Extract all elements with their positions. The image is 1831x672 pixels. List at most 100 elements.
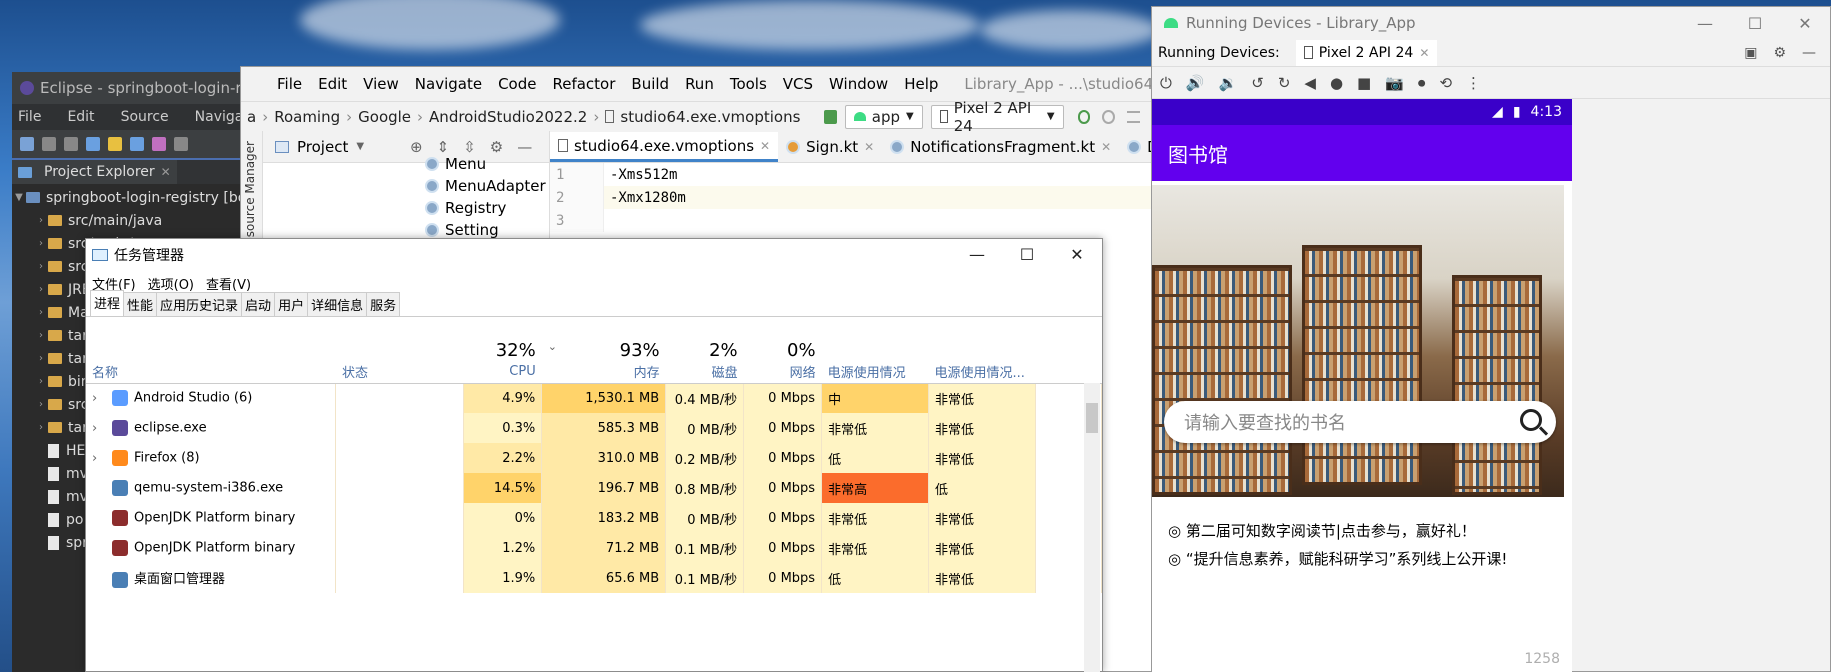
list-icon[interactable] (1127, 110, 1140, 123)
restart-icon[interactable] (1102, 109, 1116, 124)
process-name-cell[interactable]: qemu-system-i386.exe (86, 473, 337, 503)
breadcrumb-google[interactable]: Google (352, 108, 417, 126)
breadcrumb-a[interactable]: a (241, 108, 262, 126)
close-icon[interactable]: ✕ (161, 165, 171, 179)
menu-code[interactable]: Code (490, 75, 544, 93)
chevron-right-icon[interactable]: › (34, 307, 48, 318)
close-icon[interactable]: ✕ (1780, 7, 1830, 39)
chevron-right-icon[interactable]: › (34, 238, 48, 249)
home-icon[interactable]: ● (1330, 74, 1343, 92)
menu-vcs[interactable]: VCS (775, 75, 821, 93)
apply-changes-icon[interactable] (1077, 109, 1091, 124)
chevron-down-icon[interactable]: ▼ (356, 141, 364, 152)
menu-window[interactable]: Window (821, 75, 896, 93)
chevron-right-icon[interactable]: › (34, 215, 48, 226)
menu-refactor[interactable]: Refactor (544, 75, 623, 93)
book-search-input[interactable]: 请输入要查找的书名 (1164, 401, 1556, 443)
tab-vmoptions[interactable]: studio64.exe.vmoptions ✕ (550, 132, 779, 162)
expand-all-icon[interactable]: ⇕ (437, 138, 450, 156)
record-icon[interactable]: ⏺ (1418, 74, 1426, 92)
close-icon[interactable]: ✕ (1101, 140, 1111, 154)
tab-sign-kt[interactable]: Sign.kt ✕ (778, 132, 882, 162)
project-item[interactable]: Registry (263, 197, 549, 219)
col-network[interactable]: 网络 (743, 361, 822, 384)
minimize-icon[interactable]: — (1802, 45, 1816, 61)
minimize-icon[interactable]: — (517, 138, 532, 156)
menu-edit[interactable]: Edit (310, 75, 355, 93)
project-item[interactable]: Menu (263, 153, 549, 175)
format-icon[interactable] (86, 137, 100, 151)
project-view-select[interactable]: Project (297, 138, 348, 156)
col-memory[interactable]: 内存 (541, 361, 666, 384)
gear-icon[interactable]: ⚙ (1773, 45, 1786, 61)
process-name-cell[interactable]: › Android Studio (6) (86, 383, 337, 413)
minimize-icon[interactable]: — (1680, 7, 1730, 39)
process-row[interactable]: OpenJDK Platform binary 0% 183.2 MB 0 MB/秒 0… (86, 503, 1102, 533)
rotate-right-icon[interactable]: ↻ (1278, 74, 1291, 92)
tab-details[interactable]: 详细信息 (307, 292, 368, 316)
snapshot-icon[interactable]: ⟲ (1439, 74, 1452, 92)
phone-screen[interactable]: ◢ ▮ 4:13 图书馆 请输入要查找的书名 ◎ 第二届可知数字阅读节|点击参与… (1152, 99, 1572, 672)
overview-icon[interactable]: ■ (1357, 74, 1371, 92)
project-item[interactable]: MenuAdapter (263, 175, 549, 197)
code-text[interactable]: -Xms512m (604, 163, 1166, 186)
chevron-down-icon[interactable]: ▼ (12, 192, 26, 203)
back-icon[interactable]: ◀ (1304, 74, 1316, 92)
terminal-icon[interactable] (130, 137, 144, 151)
process-name-cell[interactable]: › eclipse.exe (86, 413, 337, 443)
col-power[interactable]: 电源使用情况 (821, 361, 929, 384)
col-disk[interactable]: 磁盘 (665, 361, 744, 384)
tab-project-explorer[interactable]: Project Explorer ✕ (12, 160, 177, 184)
hammer-icon[interactable] (824, 109, 837, 124)
tab-processes[interactable]: 进程 (90, 290, 125, 316)
process-row[interactable]: › Firefox (8) 2.2% 310.0 MB 0.2 MB/秒 0 Mbps 低非… (86, 443, 1102, 473)
code-line[interactable]: 3 (550, 209, 1166, 232)
chevron-right-icon[interactable]: › (34, 284, 48, 295)
new-icon[interactable] (20, 137, 34, 151)
menu-build[interactable]: Build (623, 75, 677, 93)
tab-services[interactable]: 服务 (366, 292, 401, 316)
notice-item[interactable]: ◎ 第二届可知数字阅读节|点击参与，赢好礼！ (1168, 517, 1507, 545)
tool-icon[interactable] (152, 137, 166, 151)
close-icon[interactable]: ✕ (1419, 46, 1429, 60)
device-select[interactable]: Pixel 2 API 24 ▼ (930, 99, 1064, 135)
menu-file[interactable]: File (18, 109, 41, 125)
close-icon[interactable]: ✕ (1052, 239, 1102, 269)
process-name-cell[interactable]: OpenJDK Platform binary (86, 503, 337, 533)
layout-icon[interactable]: ▣ (1744, 45, 1757, 61)
resource-manager-tab[interactable]: Resource Manager (243, 141, 257, 252)
chevron-right-icon[interactable]: › (34, 261, 48, 272)
menu-source[interactable]: Source (121, 109, 169, 125)
process-name-cell[interactable]: OpenJDK Platform binary (86, 533, 337, 563)
process-row[interactable]: 桌面窗口管理器 1.9% 65.6 MB 0.1 MB/秒 0 Mbps 低非常低 (86, 563, 1102, 593)
process-row[interactable]: OpenJDK Platform binary 1.2% 71.2 MB 0.1 MB… (86, 533, 1102, 563)
save-all-icon[interactable] (64, 137, 78, 151)
menu-run[interactable]: Run (677, 75, 722, 93)
notice-item[interactable]: ◎ “提升信息素养，赋能科研学习”系列线上公开课! (1168, 545, 1507, 573)
search-icon[interactable] (108, 137, 122, 151)
menu-edit[interactable]: Edit (67, 109, 94, 125)
chevron-right-icon[interactable]: › (34, 399, 48, 410)
close-icon[interactable]: ✕ (864, 140, 874, 154)
code-line[interactable]: 1 -Xms512m (550, 163, 1166, 186)
run-config-select[interactable]: app ▼ (844, 104, 923, 129)
maximize-icon[interactable]: ☐ (1002, 239, 1052, 269)
menu-view[interactable]: View (355, 75, 407, 93)
col-power-trend[interactable]: 电源使用情况... (928, 361, 1036, 384)
code-area[interactable]: 1 -Xms512m 2 -Xmx1280m 3 (550, 163, 1166, 232)
col-name[interactable]: 名称 (86, 361, 336, 384)
device-tab[interactable]: Pixel 2 API 24 ✕ (1295, 39, 1438, 66)
process-name-cell[interactable]: › Firefox (8) (86, 443, 337, 473)
tab-performance[interactable]: 性能 (123, 292, 158, 316)
power-icon[interactable]: ⏻ (1160, 74, 1172, 92)
process-name-cell[interactable]: 桌面窗口管理器 (86, 563, 337, 593)
process-row[interactable]: › eclipse.exe 0.3% 585.3 MB 0 MB/秒 0 Mbps 非常低非… (86, 413, 1102, 443)
chevron-right-icon[interactable]: › (92, 451, 112, 466)
menu-view[interactable]: 查看(V) (206, 274, 251, 293)
more-icon[interactable]: ⋮ (1466, 74, 1481, 92)
breadcrumb-androidstudio[interactable]: AndroidStudio2022.2 (423, 108, 593, 126)
tab-users[interactable]: 用户 (274, 292, 309, 316)
tm-titlebar[interactable]: 任务管理器 (86, 239, 1102, 271)
screenshot-icon[interactable]: 📷 (1385, 74, 1404, 92)
chevron-right-icon[interactable]: › (34, 353, 48, 364)
